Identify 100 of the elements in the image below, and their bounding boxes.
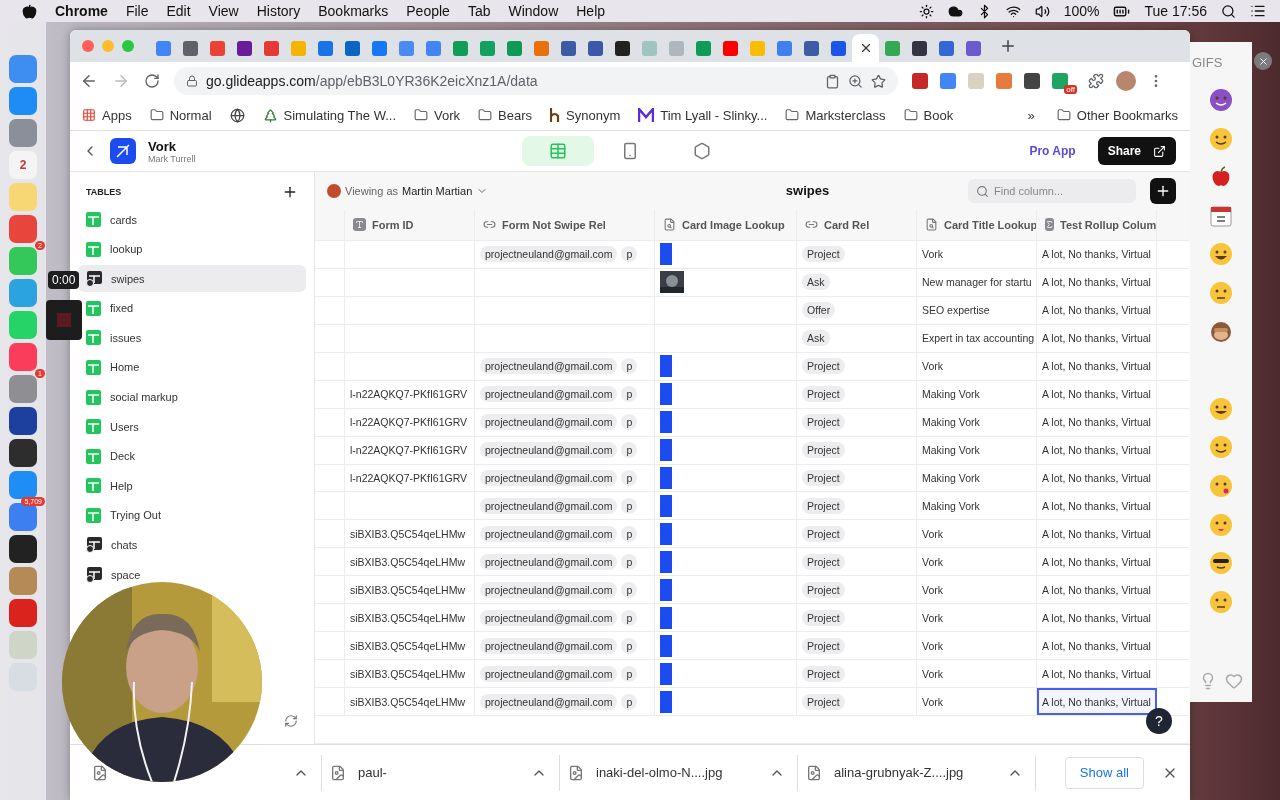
table-item[interactable]: swipes: [78, 265, 306, 293]
bookmark[interactable]: Vork: [414, 107, 461, 123]
heart-icon[interactable]: [1225, 672, 1243, 690]
relation-chip[interactable]: projectneuland@gmail.com: [480, 414, 618, 431]
relation-chip[interactable]: projectneuland@gmail.com: [480, 525, 618, 542]
zoom-icon[interactable]: [848, 73, 863, 89]
relation-chip[interactable]: projectneuland@gmail.com: [480, 609, 618, 626]
table-cell[interactable]: A lot, No thanks, Virtual: [1037, 436, 1157, 464]
add-icon[interactable]: [282, 184, 298, 200]
relation-chip[interactable]: projectneuland@gmail.com: [480, 246, 618, 263]
menu-item[interactable]: Help: [576, 3, 606, 19]
relation-chip[interactable]: Project: [802, 637, 845, 654]
relation-chip[interactable]: p: [621, 693, 638, 710]
close-icon[interactable]: [1254, 52, 1272, 70]
relation-chip[interactable]: Ask: [802, 330, 830, 347]
sunglasses-face-icon[interactable]: [1209, 551, 1233, 576]
table-item[interactable]: Users: [78, 413, 306, 441]
sun-icon[interactable]: [918, 3, 934, 19]
sad-face-icon[interactable]: [1209, 280, 1233, 305]
table-cell[interactable]: A lot, No thanks, Virtual: [1037, 576, 1157, 604]
monkey-icon[interactable]: [1209, 319, 1233, 344]
dock-app-icon[interactable]: [9, 407, 37, 435]
table-item[interactable]: social markup: [78, 383, 306, 411]
relation-chip[interactable]: projectneuland@gmail.com: [480, 442, 618, 459]
calendar-icon[interactable]: [1209, 203, 1233, 228]
laughing-face-icon[interactable]: [1209, 242, 1233, 267]
download-item[interactable]: paul-: [322, 754, 560, 791]
download-item[interactable]: alina-grubnyak-Z....jpg: [798, 754, 1036, 791]
table-cell[interactable]: A lot, No thanks, Virtual: [1037, 604, 1157, 632]
column-header[interactable]: Card Rel: [797, 209, 917, 240]
winking-face-icon[interactable]: [1209, 126, 1233, 151]
table-cell[interactable]: A lot, No thanks, Virtual: [1037, 408, 1157, 436]
table-item[interactable]: lookup: [78, 235, 306, 263]
back-icon[interactable]: [80, 72, 98, 90]
browser-tab[interactable]: [852, 34, 879, 62]
view-tab[interactable]: [522, 136, 594, 166]
volume-icon[interactable]: [1034, 3, 1050, 19]
relation-chip[interactable]: Project: [802, 414, 845, 431]
table-cell[interactable]: A lot, No thanks, Virtual: [1037, 492, 1157, 520]
dock-app-icon[interactable]: [9, 439, 37, 467]
table-cell[interactable]: A lot, No thanks, Virtual: [1037, 660, 1157, 688]
relation-chip[interactable]: p: [621, 470, 638, 486]
relation-chip[interactable]: p: [621, 358, 638, 375]
relation-chip[interactable]: Project: [802, 553, 845, 570]
table-cell[interactable]: A lot, No thanks, Virtual: [1037, 380, 1157, 408]
address-field[interactable]: go.glideapps.com/app/ebB3L0YR36K2eicXnz1A/data: [174, 67, 898, 95]
relation-chip[interactable]: Project: [802, 358, 845, 375]
relation-chip[interactable]: projectneuland@gmail.com: [480, 693, 618, 710]
table-item[interactable]: Trying Out: [78, 501, 306, 529]
menu-app-name[interactable]: Chrome: [55, 3, 108, 19]
relation-chip[interactable]: Project: [802, 609, 845, 626]
relation-chip[interactable]: p: [621, 609, 638, 626]
table-cell[interactable]: A lot, No thanks, Virtual: [1037, 352, 1157, 380]
bookmark[interactable]: Tim Lyall - Slinky...: [638, 107, 768, 123]
bookmark[interactable]: Marksterclass: [785, 107, 886, 123]
bookmark[interactable]: Synonym: [550, 107, 621, 123]
table-cell[interactable]: A lot, No thanks, Virtual: [1037, 268, 1157, 296]
relation-chip[interactable]: projectneuland@gmail.com: [480, 581, 618, 598]
sad-face-icon[interactable]: [1209, 589, 1233, 614]
menu-clock[interactable]: Tue 17:56: [1144, 3, 1207, 19]
table-cell[interactable]: A lot, No thanks, Virtual: [1037, 464, 1157, 492]
relation-chip[interactable]: Project: [802, 665, 845, 682]
viewer-select[interactable]: Viewing as Martin Martian: [327, 183, 647, 198]
relation-chip[interactable]: p: [621, 442, 638, 459]
apple-logo-icon[interactable]: [22, 3, 37, 19]
relation-chip[interactable]: Project: [802, 470, 845, 486]
wifi-icon[interactable]: [1005, 3, 1021, 19]
pro-app-link[interactable]: Pro App: [1029, 144, 1076, 158]
close-window-icon[interactable]: [82, 40, 94, 52]
column-header[interactable]: Form ID: [345, 209, 475, 240]
dock-app-icon[interactable]: 2: [9, 151, 37, 179]
relation-chip[interactable]: Project: [802, 442, 845, 459]
relation-chip[interactable]: p: [621, 525, 638, 542]
bookmark[interactable]: Bears: [478, 107, 532, 123]
table-item[interactable]: space: [78, 561, 306, 589]
table-cell[interactable]: A lot, No thanks, Virtual: [1037, 324, 1157, 352]
relation-chip[interactable]: p: [621, 581, 638, 598]
table-item[interactable]: issues: [78, 324, 306, 352]
relation-chip[interactable]: projectneuland@gmail.com: [480, 470, 618, 486]
table-cell[interactable]: A lot, No thanks, Virtual: [1037, 632, 1157, 660]
share-button[interactable]: Share: [1097, 137, 1176, 165]
menu-item[interactable]: History: [256, 3, 301, 19]
relation-chip[interactable]: p: [621, 497, 638, 514]
menu-item[interactable]: View: [208, 3, 239, 19]
menu-list-icon[interactable]: [1250, 3, 1266, 19]
bookmark[interactable]: [229, 107, 245, 123]
cloud-icon[interactable]: [947, 3, 963, 19]
clipboard-icon[interactable]: [825, 73, 840, 89]
relation-chip[interactable]: p: [621, 665, 638, 682]
table-cell[interactable]: A lot, No thanks, Virtual: [1037, 548, 1157, 576]
bookmark[interactable]: Simulating The W...: [262, 107, 397, 123]
relation-chip[interactable]: Offer: [802, 302, 836, 319]
add-column-button[interactable]: [1150, 177, 1176, 204]
table-cell[interactable]: A lot, No thanks, Virtual: [1037, 240, 1157, 268]
extension-icon[interactable]: [1052, 73, 1068, 89]
relation-chip[interactable]: projectneuland@gmail.com: [480, 358, 618, 375]
new-tab-icon[interactable]: [999, 37, 1017, 55]
smiling-face-icon[interactable]: [1209, 435, 1233, 460]
table-item[interactable]: fixed: [78, 294, 306, 322]
table-item[interactable]: Home: [78, 353, 306, 381]
